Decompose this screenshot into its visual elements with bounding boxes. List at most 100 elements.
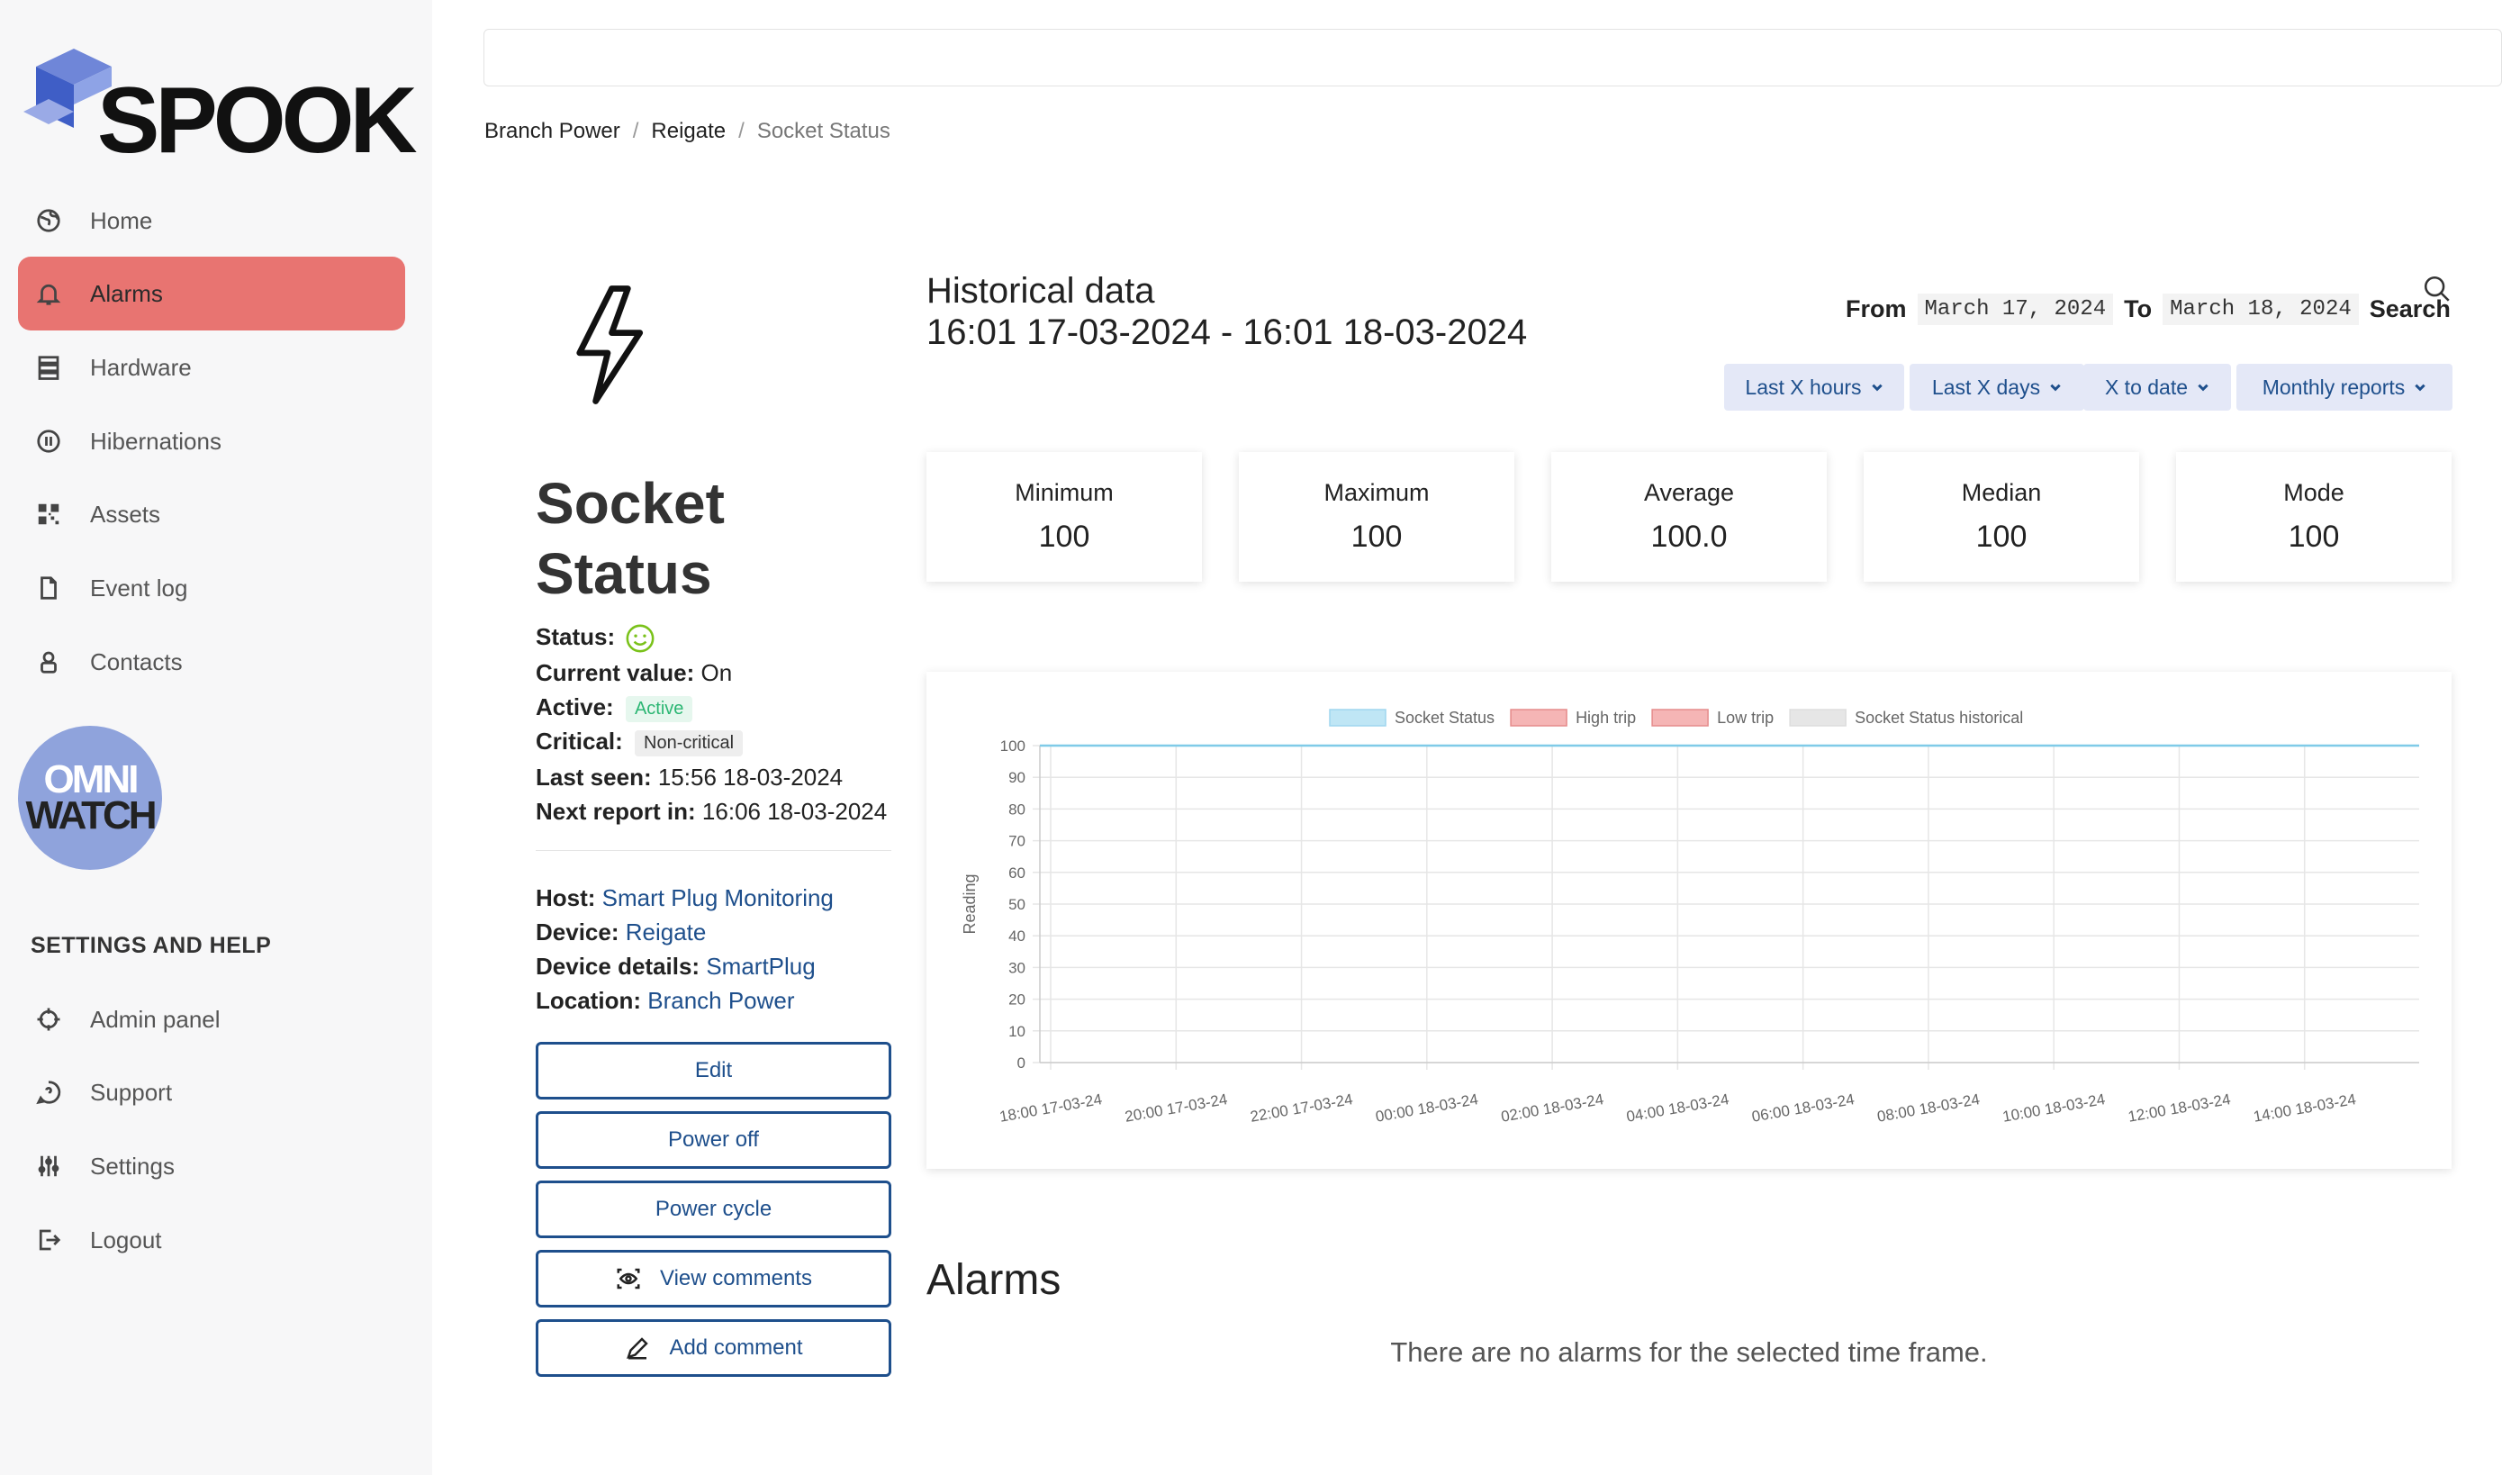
sidebar-item-support[interactable]: Support bbox=[18, 1055, 405, 1129]
critical-label: Critical: bbox=[536, 728, 623, 755]
from-label: From bbox=[1846, 295, 1907, 322]
x-tick-label: 06:00 18-03-24 bbox=[1750, 1090, 1856, 1126]
y-tick-label: 100 bbox=[1000, 738, 1025, 755]
power-off-button[interactable]: Power off bbox=[536, 1111, 891, 1169]
stat-card-average: Average 100.0 bbox=[1551, 452, 1827, 582]
power-off-button-label: Power off bbox=[668, 1127, 759, 1152]
legend-swatch bbox=[1651, 709, 1709, 727]
view-comments-button[interactable]: View comments bbox=[536, 1250, 891, 1308]
chart-card: 0 10 20 30 40 50 60 70 80 90 100 18:00 17-03-24 20:0… bbox=[926, 672, 2452, 1169]
y-tick-label: 80 bbox=[1008, 801, 1025, 818]
sidebar-item-settings[interactable]: Settings bbox=[18, 1129, 405, 1203]
power-cycle-button[interactable]: Power cycle bbox=[536, 1181, 891, 1238]
x-tick-label: 08:00 18-03-24 bbox=[1876, 1090, 1982, 1126]
eye-scan-icon bbox=[617, 1268, 640, 1289]
host-row: Host: Smart Plug Monitoring bbox=[536, 884, 834, 912]
stat-label: Median bbox=[1961, 479, 2042, 506]
sidebar-item-logout[interactable]: Logout bbox=[18, 1203, 405, 1277]
active-badge: Active bbox=[625, 695, 693, 722]
stat-card-mode: Mode 100 bbox=[2176, 452, 2452, 582]
view-comments-button-label: View comments bbox=[660, 1266, 812, 1290]
chevron-down-icon bbox=[2415, 384, 2425, 392]
last-x-hours-dropdown[interactable]: Last X hours bbox=[1724, 364, 1904, 411]
breadcrumb-item-reigate[interactable]: Reigate bbox=[651, 119, 726, 144]
location-label: Location: bbox=[536, 987, 641, 1014]
top-search-bar[interactable] bbox=[483, 29, 2502, 86]
sidebar: SPOOK Home Alarms Hardware Hibernations … bbox=[0, 0, 432, 1475]
legend-swatch bbox=[1510, 709, 1567, 727]
historical-chart: 0 10 20 30 40 50 60 70 80 90 100 18:00 17-03-24 20:0… bbox=[961, 709, 2419, 1126]
y-tick-label: 90 bbox=[1008, 769, 1025, 786]
add-comment-button[interactable]: Add comment bbox=[536, 1319, 891, 1377]
stat-card-maximum: Maximum 100 bbox=[1239, 452, 1514, 582]
sidebar-item-hibernations[interactable]: Hibernations bbox=[18, 404, 405, 478]
last-x-days-dropdown[interactable]: Last X days bbox=[1910, 364, 2084, 411]
x-tick-label: 12:00 18-03-24 bbox=[2127, 1090, 2232, 1126]
stat-card-minimum: Minimum 100 bbox=[926, 452, 1202, 582]
x-tick-label: 22:00 17-03-24 bbox=[1249, 1090, 1354, 1126]
host-link[interactable]: Smart Plug Monitoring bbox=[602, 884, 834, 911]
logo-text: SPOOK bbox=[97, 68, 418, 173]
chevron-down-icon bbox=[1871, 384, 1883, 392]
edit-button[interactable]: Edit bbox=[536, 1042, 891, 1099]
current-value: On bbox=[700, 659, 733, 686]
to-date-input[interactable]: March 18, 2024 bbox=[2163, 294, 2359, 325]
breadcrumb-separator: / bbox=[632, 119, 639, 143]
legend-label: Socket Status historical bbox=[1855, 709, 2023, 727]
sidebar-item-label: Alarms bbox=[90, 279, 163, 307]
monthly-reports-dropdown[interactable]: Monthly reports bbox=[2236, 364, 2452, 411]
sidebar-item-admin-panel[interactable]: Admin panel bbox=[18, 982, 405, 1056]
critical-badge: Non-critical bbox=[635, 729, 744, 756]
y-tick-label: 60 bbox=[1008, 864, 1025, 882]
legend-swatch bbox=[1329, 709, 1386, 727]
location-row: Location: Branch Power bbox=[536, 987, 795, 1015]
historical-range: 16:01 17-03-2024 - 16:01 18-03-2024 bbox=[926, 312, 1528, 352]
device-row: Device: Reigate bbox=[536, 918, 706, 946]
device-details-row: Device details: SmartPlug bbox=[536, 953, 816, 981]
sidebar-item-label: Settings bbox=[90, 1152, 175, 1180]
y-axis-label: Reading bbox=[961, 873, 979, 934]
legend-label: High trip bbox=[1576, 709, 1636, 727]
sidebar-item-contacts[interactable]: Contacts bbox=[18, 625, 405, 699]
crosshair-icon bbox=[31, 1001, 67, 1037]
sidebar-item-label: Support bbox=[90, 1078, 173, 1106]
sidebar-item-assets[interactable]: Assets bbox=[18, 477, 405, 551]
sidebar-item-home[interactable]: Home bbox=[18, 184, 405, 258]
sidebar-item-label: Home bbox=[90, 206, 153, 234]
omniwatch-logo: OMNI WATCH bbox=[18, 726, 162, 870]
breadcrumb-current: Socket Status bbox=[756, 119, 890, 143]
device-link[interactable]: Reigate bbox=[626, 918, 707, 946]
breadcrumb: Branch Power / Reigate / Socket Status bbox=[484, 119, 890, 144]
stat-label: Maximum bbox=[1323, 479, 1430, 506]
legend-label: Low trip bbox=[1717, 709, 1774, 727]
omniwatch-logo-line2: WATCH bbox=[25, 793, 157, 837]
from-date-input[interactable]: March 17, 2024 bbox=[1917, 294, 2114, 325]
divider bbox=[536, 850, 891, 851]
bell-icon bbox=[31, 276, 67, 312]
server-icon bbox=[31, 349, 67, 385]
breadcrumb-item-branch-power[interactable]: Branch Power bbox=[484, 119, 620, 144]
settings-section-title: SETTINGS AND HELP bbox=[31, 933, 272, 958]
device-title-line2: Status bbox=[536, 541, 712, 606]
status-label: Status: bbox=[536, 623, 616, 650]
sidebar-item-event-log[interactable]: Event log bbox=[18, 551, 405, 625]
dropdown-label: Monthly reports bbox=[2262, 375, 2406, 399]
device-details-link[interactable]: SmartPlug bbox=[706, 953, 815, 980]
stat-card-median: Median 100 bbox=[1864, 452, 2139, 582]
legend-swatch bbox=[1789, 709, 1847, 727]
device-details-label: Device details: bbox=[536, 953, 700, 980]
x-to-date-dropdown[interactable]: X to date bbox=[2083, 364, 2231, 411]
sidebar-item-label: Contacts bbox=[90, 647, 183, 675]
file-icon bbox=[31, 570, 67, 606]
sidebar-item-alarms[interactable]: Alarms bbox=[18, 257, 405, 330]
sidebar-item-hardware[interactable]: Hardware bbox=[18, 330, 405, 404]
y-tick-label: 10 bbox=[1008, 1023, 1025, 1040]
smiley-status-icon bbox=[626, 624, 655, 653]
logout-icon bbox=[31, 1222, 67, 1258]
current-value-label: Current value: bbox=[536, 659, 695, 686]
chevron-down-icon bbox=[2198, 384, 2208, 392]
search-icon[interactable] bbox=[2422, 274, 2452, 304]
location-link[interactable]: Branch Power bbox=[647, 987, 794, 1014]
x-tick-label: 10:00 18-03-24 bbox=[2001, 1090, 2107, 1126]
no-alarms-message: There are no alarms for the selected tim… bbox=[1390, 1336, 1988, 1368]
